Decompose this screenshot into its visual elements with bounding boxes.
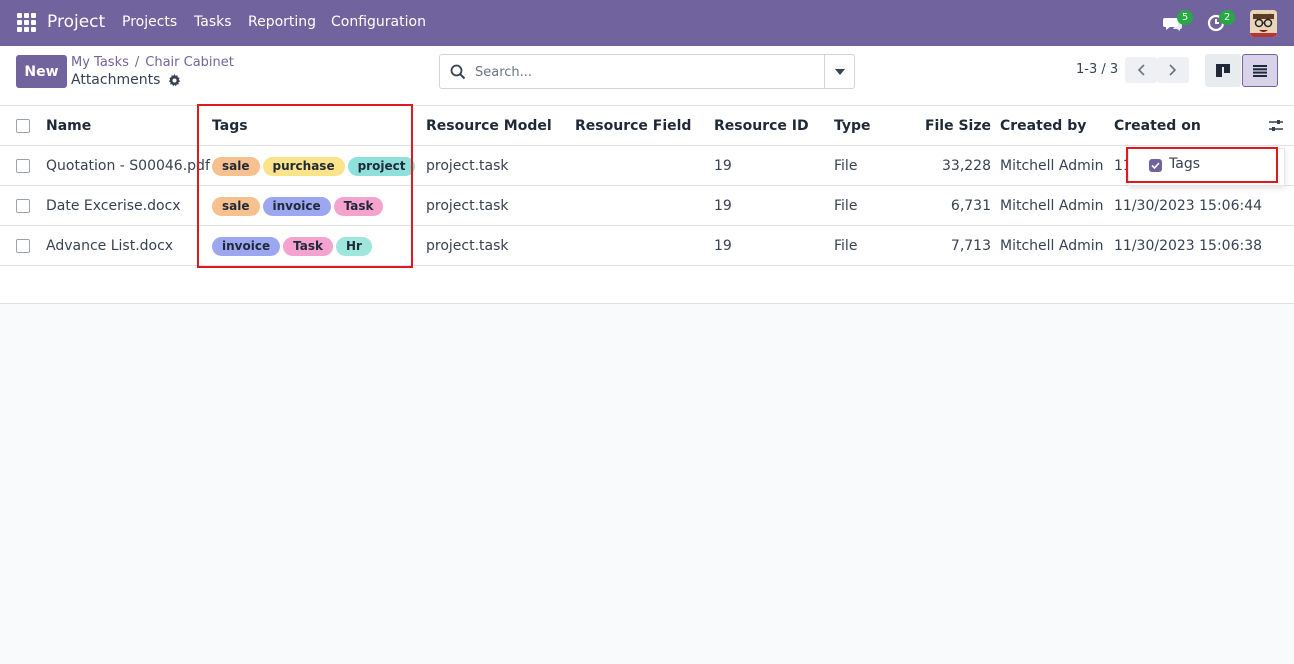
- tag-badge: sale: [212, 156, 260, 176]
- chevron-left-icon: [1137, 64, 1145, 76]
- table-row[interactable]: Date Excerise.docx sale invoice Task proje…: [0, 186, 1294, 226]
- tags-column-label[interactable]: Tags: [1169, 156, 1200, 172]
- cell-name: Date Excerise.docx: [46, 198, 181, 214]
- breadcrumb-separator: /: [134, 55, 140, 70]
- page-title: Attachments: [71, 72, 181, 88]
- cell-created-on: 11/30/2023 15:06:38: [1114, 238, 1263, 254]
- cell-type: File: [834, 198, 858, 214]
- table-row[interactable]: Quotation - S00046.pdf sale purchase proje…: [0, 146, 1294, 186]
- activities-button[interactable]: 2: [1207, 8, 1235, 38]
- cell-created-by: Mitchell Admin: [1000, 158, 1104, 174]
- column-header-resource-field[interactable]: Resource Field: [575, 106, 691, 146]
- chevron-right-icon: [1169, 64, 1177, 76]
- control-panel: New My Tasks / Chair Cabinet Attachments 1…: [0, 46, 1294, 106]
- check-icon: [1151, 162, 1160, 169]
- row-checkbox[interactable]: [16, 199, 30, 213]
- cell-resource-model: project.task: [426, 158, 509, 174]
- activities-count-badge: 2: [1219, 10, 1235, 25]
- row-checkbox[interactable]: [16, 159, 30, 173]
- apps-menu-icon[interactable]: [17, 13, 36, 32]
- cell-tags: sale purchase project: [212, 146, 418, 186]
- tags-column-checkbox[interactable]: [1149, 159, 1162, 172]
- table-header-row: Name Tags Resource Model Resource Field …: [0, 106, 1294, 146]
- gear-icon[interactable]: [168, 73, 181, 87]
- list-view-button[interactable]: [1242, 54, 1278, 87]
- page-title-text: Attachments: [71, 72, 161, 88]
- search-options-toggle[interactable]: [824, 55, 854, 88]
- search-icon: [450, 64, 466, 80]
- menu-projects[interactable]: Projects: [122, 14, 177, 30]
- breadcrumb-chair-cabinet[interactable]: Chair Cabinet: [145, 55, 234, 70]
- breadcrumb-my-tasks[interactable]: My Tasks: [71, 55, 129, 70]
- breadcrumb: My Tasks / Chair Cabinet: [71, 55, 234, 70]
- list-icon: [1253, 64, 1267, 77]
- tag-badge: Hr: [335, 236, 372, 256]
- pager-value[interactable]: 1-3 / 3: [1076, 62, 1118, 77]
- menu-configuration[interactable]: Configuration: [331, 14, 426, 30]
- tag-badge: invoice: [212, 236, 281, 256]
- select-all-checkbox[interactable]: [16, 119, 30, 133]
- attachments-list: Name Tags Resource Model Resource Field …: [0, 106, 1294, 304]
- tag-badge: purchase: [262, 156, 345, 176]
- column-header-resource-model[interactable]: Resource Model: [426, 106, 552, 146]
- tag-badge: Task: [283, 236, 333, 256]
- cell-type: File: [834, 238, 858, 254]
- optional-columns-toggle-icon[interactable]: [1268, 118, 1284, 134]
- tag-badge: invoice: [262, 196, 331, 216]
- kanban-icon: [1216, 64, 1230, 77]
- new-button[interactable]: New: [16, 55, 67, 88]
- user-avatar[interactable]: [1250, 10, 1277, 37]
- cell-name: Advance List.docx: [46, 238, 174, 254]
- cell-resource-model: project.task: [426, 198, 509, 214]
- column-header-resource-id[interactable]: Resource ID: [714, 106, 809, 146]
- pager-next-button[interactable]: [1157, 57, 1189, 83]
- cell-tags: invoice Task Hr: [212, 226, 375, 266]
- column-header-name[interactable]: Name: [46, 106, 91, 146]
- menu-tasks[interactable]: Tasks: [194, 14, 232, 30]
- messages-button[interactable]: 5: [1163, 8, 1193, 38]
- row-checkbox[interactable]: [16, 239, 30, 253]
- column-header-file-size[interactable]: File Size: [900, 106, 991, 146]
- cell-type: File: [834, 158, 858, 174]
- cell-resource-id: 19: [714, 238, 732, 254]
- table-row[interactable]: Advance List.docx invoice Task Hr project.…: [0, 226, 1294, 266]
- column-header-created-by[interactable]: Created by: [1000, 106, 1086, 146]
- column-header-tags[interactable]: Tags: [212, 106, 248, 146]
- tag-badge: project: [347, 156, 416, 176]
- tag-badge: Task: [333, 196, 384, 216]
- cell-file-size: 33,228: [942, 158, 991, 174]
- column-header-created-on[interactable]: Created on: [1114, 106, 1201, 146]
- menu-reporting[interactable]: Reporting: [248, 14, 316, 30]
- kanban-view-button[interactable]: [1205, 54, 1241, 87]
- search-input[interactable]: [475, 62, 815, 82]
- cell-resource-id: 19: [714, 158, 732, 174]
- cell-created-on: 11/30/2023 15:06:44: [1114, 198, 1263, 214]
- cell-created-by: Mitchell Admin: [1000, 198, 1104, 214]
- caret-down-icon: [834, 68, 845, 75]
- optional-columns-dropdown: Tags: [1128, 148, 1285, 186]
- cell-created-by: Mitchell Admin: [1000, 238, 1104, 254]
- cell-file-size: 7,713: [950, 238, 991, 254]
- avatar-face-icon: [1250, 10, 1277, 37]
- cell-resource-model: project.task: [426, 238, 509, 254]
- top-navbar: Project Projects Tasks Reporting Configu…: [0, 0, 1294, 46]
- tag-badge: sale: [212, 196, 260, 216]
- pager-previous-button[interactable]: [1125, 57, 1157, 83]
- cell-resource-id: 19: [714, 198, 732, 214]
- cell-tags: sale invoice Task: [212, 186, 386, 226]
- search-bar: [439, 54, 855, 89]
- messages-count-badge: 5: [1177, 10, 1193, 25]
- cell-file-size: 6,731: [950, 198, 991, 214]
- cell-name: Quotation - S00046.pdf: [46, 158, 210, 174]
- column-header-type[interactable]: Type: [834, 106, 871, 146]
- app-brand[interactable]: Project: [47, 12, 105, 32]
